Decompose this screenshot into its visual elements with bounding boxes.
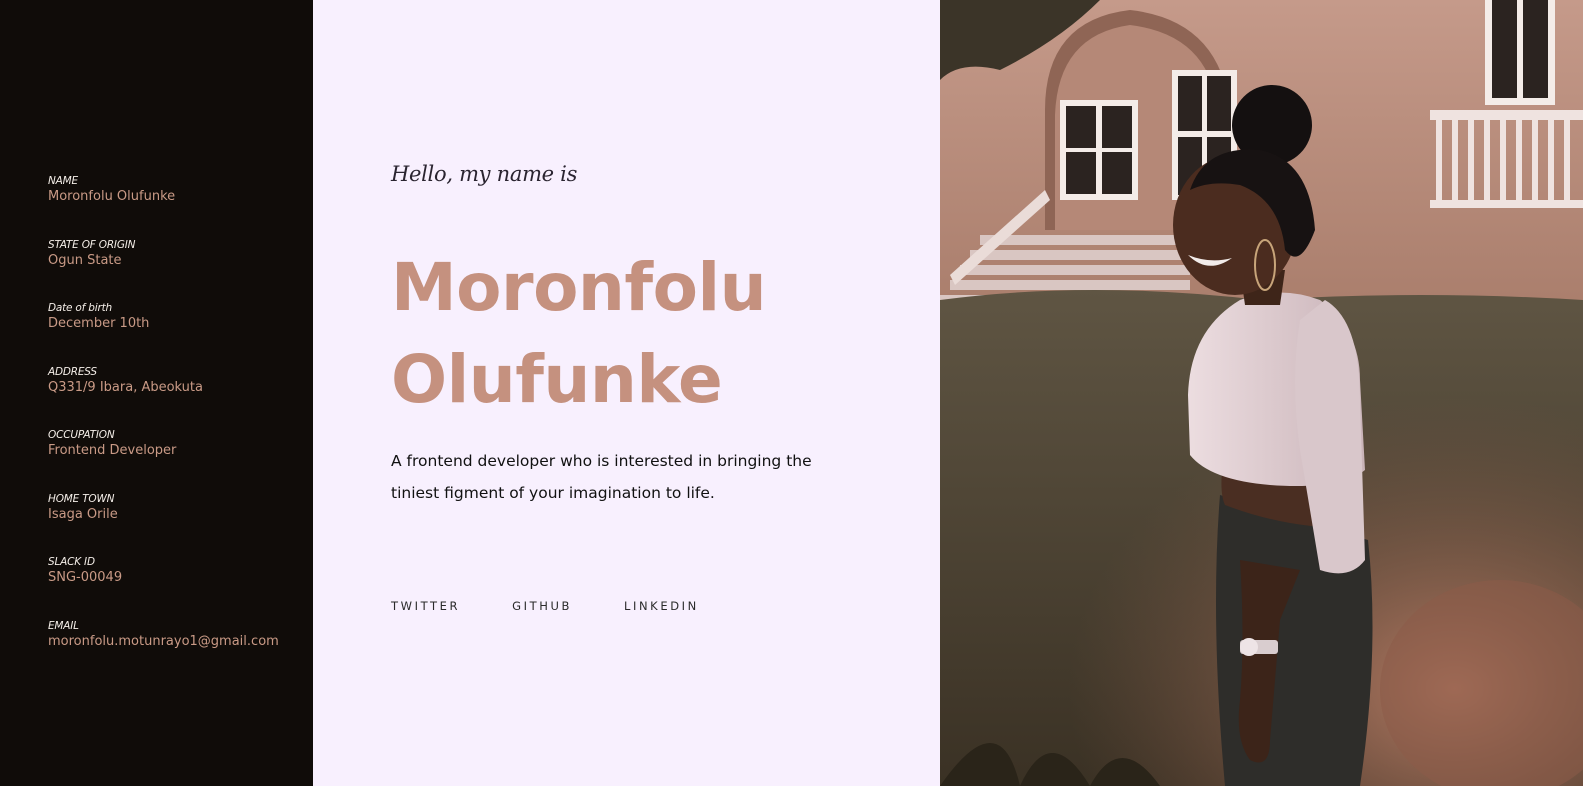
info-state-of-origin: STATE OF ORIGIN Ogun State bbox=[48, 238, 313, 302]
page-title: Moronfolu Olufunke bbox=[391, 242, 767, 426]
info-slack-id: SLACK ID SNG-00049 bbox=[48, 555, 313, 619]
last-name: Olufunke bbox=[391, 341, 723, 418]
github-link[interactable]: GITHUB bbox=[512, 599, 572, 613]
hero-section: Hello, my name is Moronfolu Olufunke A f… bbox=[313, 0, 940, 786]
info-value: December 10th bbox=[48, 316, 150, 331]
twitter-link[interactable]: TWITTER bbox=[391, 599, 460, 613]
info-label: Date of birth bbox=[48, 302, 112, 314]
social-links: TWITTER GITHUB LINKEDIN bbox=[391, 599, 751, 613]
bio-text: A frontend developer who is interested i… bbox=[391, 452, 812, 502]
first-name: Moronfolu bbox=[391, 249, 767, 326]
info-name: NAME Moronfolu Olufunke bbox=[48, 174, 313, 238]
info-date-of-birth: Date of birth December 10th bbox=[48, 301, 313, 365]
info-value: Frontend Developer bbox=[48, 443, 177, 458]
info-value: Isaga Orile bbox=[48, 506, 118, 522]
info-label: EMAIL bbox=[48, 619, 79, 632]
info-occupation: OCCUPATION Frontend Developer bbox=[48, 428, 313, 492]
info-email: EMAIL moronfolu.motunrayo1@gmail.com bbox=[48, 619, 313, 683]
info-label: ADDRESS bbox=[48, 365, 97, 378]
info-label: HOME TOWN bbox=[48, 492, 115, 505]
info-email-value: moronfolu.motunrayo1@gmail.com bbox=[48, 633, 279, 649]
info-value: Q331/9 Ibara, Abeokuta bbox=[48, 379, 203, 395]
profile-sidebar: NAME Moronfolu Olufunke STATE OF ORIGIN … bbox=[0, 0, 313, 786]
profile-photo bbox=[940, 0, 1583, 786]
info-value: Moronfolu Olufunke bbox=[48, 189, 176, 204]
linkedin-link[interactable]: LINKEDIN bbox=[624, 599, 699, 613]
info-label: NAME bbox=[48, 175, 78, 187]
greeting: Hello, my name is bbox=[391, 162, 578, 186]
info-label: OCCUPATION bbox=[48, 429, 115, 441]
info-label: STATE OF ORIGIN bbox=[48, 238, 136, 251]
info-value: Ogun State bbox=[48, 252, 122, 268]
info-address: ADDRESS Q331/9 Ibara, Abeokuta bbox=[48, 365, 313, 429]
info-home-town: HOME TOWN Isaga Orile bbox=[48, 492, 313, 556]
info-label: SLACK ID bbox=[48, 556, 95, 568]
info-value: SNG-00049 bbox=[48, 570, 123, 585]
profile-photo-illustration bbox=[940, 0, 1583, 786]
